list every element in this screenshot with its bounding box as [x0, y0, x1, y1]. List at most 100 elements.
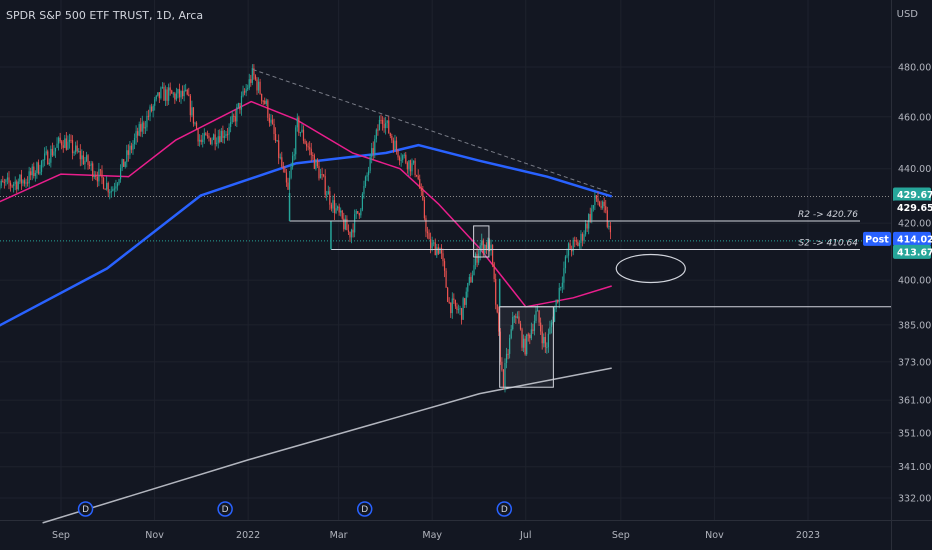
candle-body: [354, 214, 356, 233]
candle-body: [33, 166, 35, 177]
candle-body: [163, 86, 165, 101]
candle-body: [14, 181, 16, 184]
candle-body: [250, 79, 252, 83]
candle-body: [409, 160, 412, 172]
candle-body: [185, 89, 187, 91]
candle-body: [383, 124, 385, 129]
candle-body: [75, 145, 77, 153]
candle-body: [36, 162, 38, 173]
candle-body: [338, 206, 340, 213]
consolidation-box: [473, 225, 490, 258]
candle-body: [140, 124, 142, 132]
candle-body: [606, 210, 608, 227]
candle-body: [377, 129, 379, 131]
candle-body: [333, 200, 336, 213]
candle-body: [278, 140, 280, 158]
candle-body: [79, 151, 81, 160]
candle-body: [256, 79, 258, 91]
time-axis-label: 2022: [236, 530, 260, 541]
candle-body: [40, 161, 43, 172]
candle-body: [600, 205, 602, 208]
candle-body: [186, 89, 188, 95]
candle-body: [254, 75, 257, 80]
candle-body: [457, 309, 460, 311]
candle-body: [577, 241, 579, 247]
candle-body: [20, 174, 22, 184]
candle-body: [152, 105, 154, 112]
candle-body: [443, 261, 446, 271]
candle-body: [23, 180, 26, 184]
candle-body: [349, 231, 351, 238]
candle-body: [429, 239, 432, 249]
candle-body: [180, 91, 182, 98]
candle-body: [194, 122, 196, 124]
candle-body: [419, 179, 421, 189]
candle-body: [304, 140, 306, 144]
candle-body: [112, 189, 114, 192]
candle-body: [56, 143, 58, 148]
candle-body: [195, 122, 198, 130]
price-tag-label: 414.02: [897, 234, 932, 245]
candle-body: [181, 91, 184, 97]
candle-body: [174, 93, 176, 100]
candle-body: [281, 157, 283, 167]
candle-body: [87, 155, 89, 166]
candle-body: [417, 176, 419, 180]
candle-body: [65, 138, 67, 150]
candle-body: [282, 166, 284, 169]
candle-body: [57, 137, 60, 144]
candle-body: [400, 159, 402, 161]
candle-body: [292, 155, 294, 167]
candle-body: [157, 92, 159, 96]
candle-body: [336, 206, 339, 209]
candle-body: [78, 151, 80, 153]
candle-body: [491, 244, 494, 263]
candle-body: [422, 190, 424, 200]
candle-body: [357, 211, 359, 214]
candle-body: [73, 152, 75, 154]
candle-body: [388, 120, 390, 134]
candle-body: [293, 154, 295, 156]
candle-body: [143, 122, 145, 129]
candle-body: [82, 155, 84, 165]
candle-body: [358, 213, 360, 216]
candle-body: [464, 298, 466, 305]
candle-body: [119, 168, 122, 180]
candle-body: [171, 90, 173, 94]
candle-body: [360, 209, 362, 216]
r2-level-label: R2 -> 420.76: [798, 210, 858, 220]
candle-body: [226, 134, 229, 136]
candle-body: [160, 87, 162, 99]
candle-body: [144, 127, 146, 129]
candle-body: [299, 132, 301, 134]
candle-body: [439, 248, 441, 254]
candle-body: [202, 139, 204, 143]
candle-body: [493, 262, 495, 280]
candle-body: [273, 123, 275, 135]
candle-body: [13, 183, 15, 186]
candle-body: [234, 116, 236, 122]
price-chart[interactable]: 332.00 341.00 351.00 361.00 373.00 385.00 400.…: [0, 0, 932, 550]
candle-body: [287, 182, 289, 190]
candle-body: [118, 179, 120, 184]
candle-body: [214, 134, 216, 145]
s2-level-label: S2 -> 410.64: [799, 238, 859, 248]
time-axis-label: Mar: [330, 530, 348, 541]
candle-body: [92, 163, 94, 178]
candle-body: [553, 308, 556, 322]
candle-body: [110, 191, 112, 193]
price-axis-label: 341.00: [898, 462, 931, 473]
candle-body: [113, 188, 115, 190]
candle-body: [406, 162, 408, 170]
candle-body: [445, 270, 447, 288]
candle-body: [16, 181, 18, 190]
candle-body: [335, 208, 337, 213]
candle-body: [203, 133, 205, 140]
candle-body: [309, 147, 311, 149]
candle-body: [566, 255, 568, 257]
candle-body: [149, 106, 151, 117]
candle-body: [121, 159, 123, 169]
candle-body: [423, 199, 425, 219]
candle-body: [6, 177, 9, 180]
candle-body: [434, 242, 436, 256]
